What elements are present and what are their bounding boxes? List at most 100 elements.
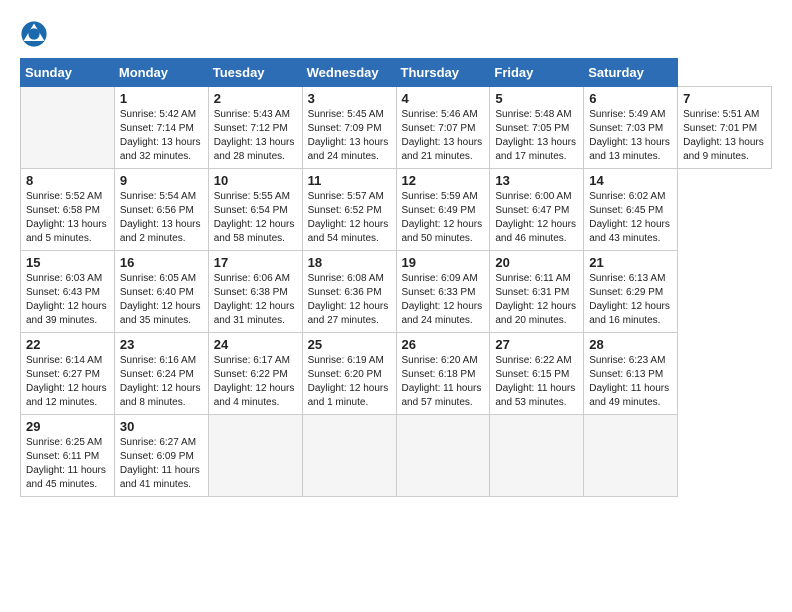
day-number: 19 (402, 255, 485, 270)
day-info: Sunrise: 5:45 AM Sunset: 7:09 PM Dayligh… (308, 108, 391, 164)
calendar-cell: 1Sunrise: 5:42 AM Sunset: 7:14 PM Daylig… (114, 87, 208, 169)
day-number: 30 (120, 419, 203, 434)
calendar-cell: 30 Sunrise: 6:27 AM Sunset: 6:09 PM Dayli… (114, 415, 208, 497)
calendar-cell: 28 Sunrise: 6:23 AM Sunset: 6:13 PM Dayli… (584, 333, 678, 415)
day-number: 3 (308, 91, 391, 106)
calendar-week-4: 22 Sunrise: 6:14 AM Sunset: 6:27 PM Dayli… (21, 333, 772, 415)
day-number: 8 (26, 173, 109, 188)
logo (20, 20, 52, 48)
day-number: 11 (308, 173, 391, 188)
calendar-cell: 15 Sunrise: 6:03 AM Sunset: 6:43 PM Dayli… (21, 251, 115, 333)
day-info: Sunrise: 6:03 AM Sunset: 6:43 PM Dayligh… (26, 272, 109, 328)
calendar-cell: 2Sunrise: 5:43 AM Sunset: 7:12 PM Daylig… (208, 87, 302, 169)
calendar-cell: 7 Sunrise: 5:51 AM Sunset: 7:01 PM Daylig… (678, 87, 772, 169)
day-number: 28 (589, 337, 672, 352)
day-info: Sunrise: 5:54 AM Sunset: 6:56 PM Dayligh… (120, 190, 203, 246)
calendar-cell: 3 Sunrise: 5:45 AM Sunset: 7:09 PM Daylig… (302, 87, 396, 169)
calendar-cell (584, 415, 678, 497)
day-info: Sunrise: 6:25 AM Sunset: 6:11 PM Dayligh… (26, 436, 109, 492)
calendar-cell: 9 Sunrise: 5:54 AM Sunset: 6:56 PM Daylig… (114, 169, 208, 251)
calendar-cell: 22 Sunrise: 6:14 AM Sunset: 6:27 PM Dayli… (21, 333, 115, 415)
day-number: 27 (495, 337, 578, 352)
calendar-cell (396, 415, 490, 497)
day-info: Sunrise: 5:55 AM Sunset: 6:54 PM Dayligh… (214, 190, 297, 246)
day-info: Sunrise: 5:57 AM Sunset: 6:52 PM Dayligh… (308, 190, 391, 246)
day-header-wednesday: Wednesday (302, 59, 396, 87)
day-number: 14 (589, 173, 672, 188)
calendar-cell: 8Sunrise: 5:52 AM Sunset: 6:58 PM Daylig… (21, 169, 115, 251)
calendar-cell: 10Sunrise: 5:55 AM Sunset: 6:54 PM Dayli… (208, 169, 302, 251)
day-info: Sunrise: 6:20 AM Sunset: 6:18 PM Dayligh… (402, 354, 485, 410)
day-info: Sunrise: 6:02 AM Sunset: 6:45 PM Dayligh… (589, 190, 672, 246)
day-header-friday: Friday (490, 59, 584, 87)
calendar-week-5: 29 Sunrise: 6:25 AM Sunset: 6:11 PM Dayli… (21, 415, 772, 497)
day-number: 26 (402, 337, 485, 352)
day-number: 2 (214, 91, 297, 106)
day-number: 15 (26, 255, 109, 270)
day-number: 18 (308, 255, 391, 270)
calendar-cell: 27 Sunrise: 6:22 AM Sunset: 6:15 PM Dayli… (490, 333, 584, 415)
calendar-cell: 29 Sunrise: 6:25 AM Sunset: 6:11 PM Dayli… (21, 415, 115, 497)
day-info: Sunrise: 6:05 AM Sunset: 6:40 PM Dayligh… (120, 272, 203, 328)
calendar-cell: 17Sunrise: 6:06 AM Sunset: 6:38 PM Dayli… (208, 251, 302, 333)
calendar-cell (490, 415, 584, 497)
calendar-cell (21, 87, 115, 169)
day-info: Sunrise: 6:06 AM Sunset: 6:38 PM Dayligh… (214, 272, 297, 328)
day-info: Sunrise: 6:17 AM Sunset: 6:22 PM Dayligh… (214, 354, 297, 410)
day-number: 24 (214, 337, 297, 352)
calendar-week-3: 15 Sunrise: 6:03 AM Sunset: 6:43 PM Dayli… (21, 251, 772, 333)
calendar-week-2: 8Sunrise: 5:52 AM Sunset: 6:58 PM Daylig… (21, 169, 772, 251)
calendar-cell: 11 Sunrise: 5:57 AM Sunset: 6:52 PM Dayli… (302, 169, 396, 251)
calendar-cell: 16 Sunrise: 6:05 AM Sunset: 6:40 PM Dayli… (114, 251, 208, 333)
day-header-thursday: Thursday (396, 59, 490, 87)
calendar-header-row: SundayMondayTuesdayWednesdayThursdayFrid… (21, 59, 772, 87)
day-info: Sunrise: 6:11 AM Sunset: 6:31 PM Dayligh… (495, 272, 578, 328)
day-header-saturday: Saturday (584, 59, 678, 87)
calendar-cell: 20 Sunrise: 6:11 AM Sunset: 6:31 PM Dayli… (490, 251, 584, 333)
day-info: Sunrise: 6:14 AM Sunset: 6:27 PM Dayligh… (26, 354, 109, 410)
calendar-cell: 25 Sunrise: 6:19 AM Sunset: 6:20 PM Dayli… (302, 333, 396, 415)
day-info: Sunrise: 6:00 AM Sunset: 6:47 PM Dayligh… (495, 190, 578, 246)
day-info: Sunrise: 6:09 AM Sunset: 6:33 PM Dayligh… (402, 272, 485, 328)
day-number: 20 (495, 255, 578, 270)
calendar-cell (302, 415, 396, 497)
day-number: 4 (402, 91, 485, 106)
calendar-cell (208, 415, 302, 497)
day-number: 23 (120, 337, 203, 352)
day-info: Sunrise: 6:13 AM Sunset: 6:29 PM Dayligh… (589, 272, 672, 328)
day-number: 25 (308, 337, 391, 352)
calendar-cell: 21 Sunrise: 6:13 AM Sunset: 6:29 PM Dayli… (584, 251, 678, 333)
calendar-cell: 6Sunrise: 5:49 AM Sunset: 7:03 PM Daylig… (584, 87, 678, 169)
day-number: 21 (589, 255, 672, 270)
calendar-cell: 19 Sunrise: 6:09 AM Sunset: 6:33 PM Dayli… (396, 251, 490, 333)
day-info: Sunrise: 5:46 AM Sunset: 7:07 PM Dayligh… (402, 108, 485, 164)
day-header-tuesday: Tuesday (208, 59, 302, 87)
day-info: Sunrise: 6:23 AM Sunset: 6:13 PM Dayligh… (589, 354, 672, 410)
calendar-cell: 26 Sunrise: 6:20 AM Sunset: 6:18 PM Dayli… (396, 333, 490, 415)
calendar-cell: 13 Sunrise: 6:00 AM Sunset: 6:47 PM Dayli… (490, 169, 584, 251)
day-number: 5 (495, 91, 578, 106)
calendar-cell: 23 Sunrise: 6:16 AM Sunset: 6:24 PM Dayli… (114, 333, 208, 415)
day-info: Sunrise: 5:48 AM Sunset: 7:05 PM Dayligh… (495, 108, 578, 164)
day-info: Sunrise: 5:51 AM Sunset: 7:01 PM Dayligh… (683, 108, 766, 164)
day-info: Sunrise: 5:49 AM Sunset: 7:03 PM Dayligh… (589, 108, 672, 164)
day-number: 9 (120, 173, 203, 188)
day-header-sunday: Sunday (21, 59, 115, 87)
day-number: 29 (26, 419, 109, 434)
page-header (20, 20, 772, 48)
day-info: Sunrise: 6:19 AM Sunset: 6:20 PM Dayligh… (308, 354, 391, 410)
day-number: 7 (683, 91, 766, 106)
day-info: Sunrise: 6:08 AM Sunset: 6:36 PM Dayligh… (308, 272, 391, 328)
day-number: 13 (495, 173, 578, 188)
day-info: Sunrise: 6:16 AM Sunset: 6:24 PM Dayligh… (120, 354, 203, 410)
day-info: Sunrise: 6:27 AM Sunset: 6:09 PM Dayligh… (120, 436, 203, 492)
calendar-cell: 24 Sunrise: 6:17 AM Sunset: 6:22 PM Dayli… (208, 333, 302, 415)
day-info: Sunrise: 6:22 AM Sunset: 6:15 PM Dayligh… (495, 354, 578, 410)
logo-icon (20, 20, 48, 48)
day-number: 22 (26, 337, 109, 352)
day-info: Sunrise: 5:59 AM Sunset: 6:49 PM Dayligh… (402, 190, 485, 246)
day-header-monday: Monday (114, 59, 208, 87)
calendar-week-1: 1Sunrise: 5:42 AM Sunset: 7:14 PM Daylig… (21, 87, 772, 169)
day-number: 16 (120, 255, 203, 270)
calendar-cell: 12Sunrise: 5:59 AM Sunset: 6:49 PM Dayli… (396, 169, 490, 251)
